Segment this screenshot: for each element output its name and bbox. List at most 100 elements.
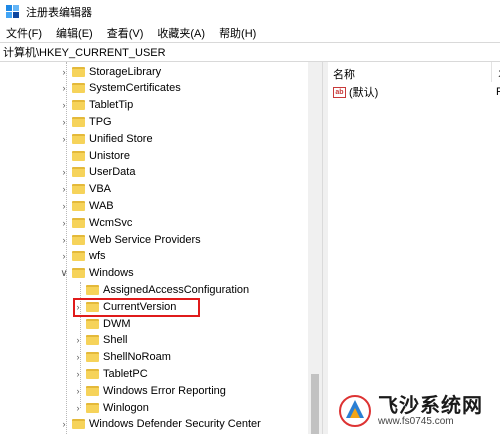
expand-chevron-icon[interactable]: ›	[59, 181, 69, 198]
tree-item-unistore[interactable]: Unistore	[59, 147, 130, 164]
tree-item-label: TPG	[89, 115, 112, 128]
expand-chevron-icon[interactable]: ›	[73, 365, 83, 382]
site-watermark: 飞沙系统网 www.fs0745.com	[338, 388, 500, 434]
expand-chevron-icon[interactable]: ›	[73, 399, 83, 416]
tree-item-dwm[interactable]: DWM	[73, 315, 131, 332]
menu-view[interactable]: 查看(V)	[107, 25, 144, 41]
window-title: 注册表编辑器	[26, 7, 92, 19]
folder-icon	[72, 200, 85, 211]
watermark-logo-icon	[338, 394, 372, 428]
watermark-url: www.fs0745.com	[378, 416, 454, 427]
tree-item-web-service-providers[interactable]: › Web Service Providers	[59, 231, 201, 248]
highlight-annotation-box	[73, 298, 200, 317]
column-header-name[interactable]: 名称	[333, 66, 355, 82]
expand-chevron-icon[interactable]: ›	[59, 80, 69, 97]
folder-icon	[72, 217, 85, 228]
scrollbar-thumb[interactable]	[311, 374, 319, 434]
tree-item-label: TabletTip	[89, 99, 134, 112]
no-expander	[73, 315, 83, 332]
value-type-cut: F	[496, 86, 500, 98]
menu-edit[interactable]: 编辑(E)	[56, 25, 93, 41]
tree-item-label: ShellNoRoam	[103, 351, 171, 364]
tree-item-label: Windows Defender Security Center	[89, 418, 261, 431]
tree-item-storagelibrary[interactable]: › StorageLibrary	[59, 63, 162, 80]
expand-chevron-icon[interactable]: ›	[73, 382, 83, 399]
tree-item-tablettip[interactable]: › TabletTip	[59, 97, 134, 114]
tree-item-label: Winlogon	[103, 401, 149, 414]
registry-editor-icon	[6, 5, 20, 19]
expand-chevron-icon[interactable]: ›	[59, 214, 69, 231]
value-row-default[interactable]: ab (默认)	[333, 84, 378, 100]
folder-icon	[86, 284, 99, 295]
tree-item-tabletpc[interactable]: › TabletPC	[73, 365, 148, 382]
folder-icon	[72, 133, 85, 144]
tree-item-label: StorageLibrary	[89, 65, 162, 78]
tree-item-label: SystemCertificates	[89, 82, 181, 95]
tree-vertical-scrollbar[interactable]	[308, 62, 322, 434]
address-bar[interactable]: 计算机\HKEY_CURRENT_USER	[0, 42, 500, 62]
expand-chevron-icon[interactable]: ›	[59, 197, 69, 214]
address-path[interactable]: 计算机\HKEY_CURRENT_USER	[3, 44, 166, 60]
menu-file[interactable]: 文件(F)	[6, 25, 42, 41]
tree-item-assignedaccessconfiguration[interactable]: AssignedAccessConfiguration	[73, 281, 249, 298]
no-expander	[73, 281, 83, 298]
tree-item-shellnoroam[interactable]: › ShellNoRoam	[73, 349, 171, 366]
folder-icon	[86, 335, 99, 346]
tree-item-label: Windows Error Reporting	[103, 384, 226, 397]
values-pane[interactable]: 名称 丬 ab (默认) F	[328, 62, 500, 434]
tree-item-userdata[interactable]: › UserData	[59, 164, 136, 181]
folder-icon	[72, 419, 85, 430]
tree-item-vba[interactable]: › VBA	[59, 181, 112, 198]
expand-chevron-icon[interactable]: ›	[73, 332, 83, 349]
folder-icon	[86, 318, 99, 329]
expand-chevron-icon[interactable]: ›	[59, 164, 69, 181]
tree-item-wcmsvc[interactable]: › WcmSvc	[59, 214, 133, 231]
tree-item-label: Windows	[89, 267, 134, 280]
folder-icon	[72, 268, 85, 279]
column-header-type-cut[interactable]: 丬	[496, 66, 500, 82]
tree-item-wfs[interactable]: › wfs	[59, 248, 106, 265]
tree-item-systemcertificates[interactable]: › SystemCertificates	[59, 80, 181, 97]
folder-icon	[72, 251, 85, 262]
folder-icon	[86, 402, 99, 413]
tree-item-tpg[interactable]: › TPG	[59, 113, 112, 130]
tree-item-unified-store[interactable]: › Unified Store	[59, 130, 153, 147]
expand-chevron-icon[interactable]: ›	[59, 113, 69, 130]
folder-icon	[86, 368, 99, 379]
tree-item-shell[interactable]: › Shell	[73, 332, 128, 349]
tree-item-label: Unistore	[89, 149, 130, 162]
folder-icon	[72, 184, 85, 195]
folder-icon	[72, 100, 85, 111]
folder-icon	[86, 352, 99, 363]
string-value-icon: ab	[333, 86, 346, 98]
expand-chevron-icon[interactable]: ›	[59, 416, 69, 433]
folder-icon	[72, 83, 85, 94]
tree-item-windows[interactable]: ∨ Windows	[59, 265, 134, 282]
expand-chevron-icon[interactable]: ›	[73, 349, 83, 366]
expand-chevron-icon[interactable]: ›	[59, 231, 69, 248]
registry-key-tree[interactable]: › StorageLibrary › SystemCertificates › Table…	[0, 62, 322, 434]
tree-item-windows-error-reporting[interactable]: › Windows Error Reporting	[73, 382, 226, 399]
expand-chevron-icon[interactable]: ›	[59, 130, 69, 147]
tree-item-label: WcmSvc	[89, 216, 133, 229]
tree-item-label: Shell	[103, 334, 128, 347]
menu-bar: 文件(F) 编辑(E) 查看(V) 收藏夹(A) 帮助(H)	[0, 24, 500, 42]
tree-item-label: DWM	[103, 317, 131, 330]
expand-chevron-icon[interactable]: ›	[59, 248, 69, 265]
tree-item-windows-defender-security-center[interactable]: › Windows Defender Security Center	[59, 416, 261, 433]
column-divider[interactable]	[491, 62, 492, 82]
folder-icon	[72, 234, 85, 245]
tree-item-winlogon[interactable]: › Winlogon	[73, 399, 149, 416]
tree-item-label: Web Service Providers	[89, 233, 201, 246]
tree-item-label: TabletPC	[103, 367, 148, 380]
menu-favorites[interactable]: 收藏夹(A)	[157, 25, 205, 41]
title-bar: 注册表编辑器	[0, 0, 500, 24]
folder-icon	[86, 385, 99, 396]
expand-chevron-icon[interactable]: ›	[59, 97, 69, 114]
folder-icon	[72, 66, 85, 77]
tree-item-label: UserData	[89, 166, 136, 179]
collapse-chevron-icon[interactable]: ∨	[59, 265, 69, 282]
tree-item-wab[interactable]: › WAB	[59, 197, 114, 214]
menu-help[interactable]: 帮助(H)	[219, 25, 256, 41]
expand-chevron-icon[interactable]: ›	[59, 63, 69, 80]
